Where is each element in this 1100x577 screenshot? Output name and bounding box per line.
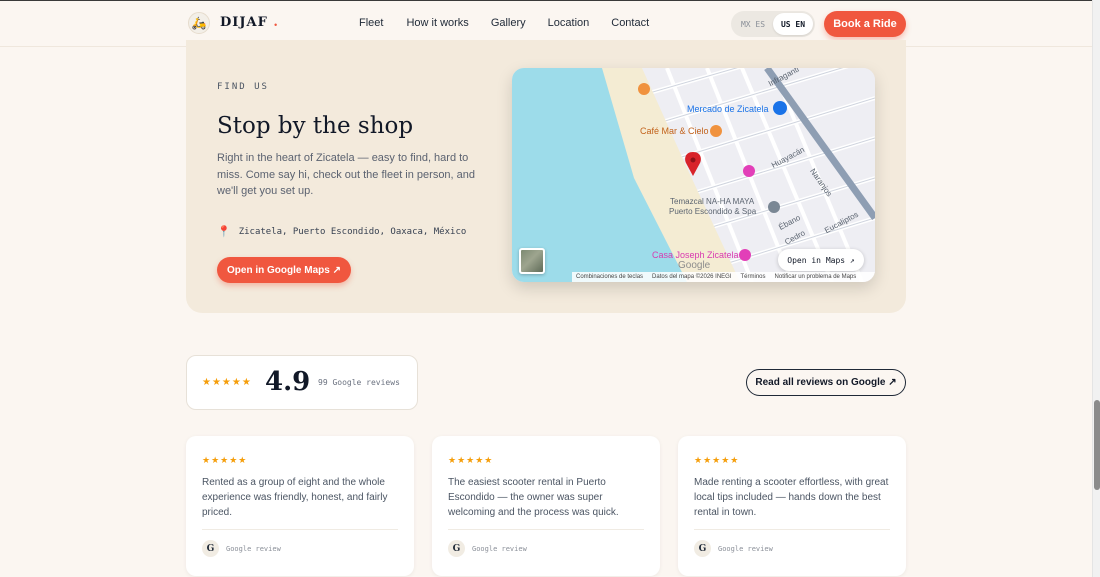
section-description: Right in the heart of Zicatela — easy to… [217,152,476,197]
google-icon: G [694,540,711,557]
review-divider [202,529,398,530]
address-text: Zicatela, Puerto Escondido, Oaxaca, Méxi… [238,226,467,237]
map-footer-terms[interactable]: Términos [741,274,766,280]
lang-us-en[interactable]: US EN [773,13,813,35]
review-divider [448,529,644,530]
page-scrollbar[interactable] [1092,0,1100,577]
restaurant-marker-icon[interactable] [638,83,650,95]
market-marker-icon[interactable] [773,101,787,115]
rating-value: 4.9 [265,367,311,397]
cafe-marker-icon[interactable] [710,125,722,137]
find-us-eyebrow: FIND US [217,82,269,92]
google-icon: G [448,540,465,557]
google-icon: G [202,540,219,557]
language-toggle: MX ES US EN [731,11,815,37]
review-source: Google review [472,545,527,553]
review-card: ★★★★★ Rented as a group of eight and the… [186,436,414,576]
review-stars-icon: ★★★★★ [694,455,740,465]
review-source: Google review [718,545,773,553]
review-source: Google review [226,545,281,553]
review-stars-icon: ★★★★★ [448,455,494,465]
address-row: 📍 Zicatela, Puerto Escondido, Oaxaca, Mé… [217,225,466,238]
scrollbar-thumb[interactable] [1094,400,1100,490]
brand-name: DIJAF [220,15,268,30]
map-footer: Combinaciones de teclas Datos del mapa ©… [572,272,875,282]
review-text: Made renting a scooter effortless, with … [694,477,889,518]
map-label-temazcal: Temazcal NA-HA MAYA [670,197,755,206]
review-divider [694,529,890,530]
map-label-casa: Casa Joseph Zicatela [652,250,739,260]
logo-icon[interactable]: 🛵 [188,12,210,34]
review-text: Rented as a group of eight and the whole… [202,477,388,518]
nav-how-it-works[interactable]: How it works [406,17,468,29]
nav-fleet[interactable]: Fleet [359,17,383,29]
map-footer-shortcuts[interactable]: Combinaciones de teclas [576,274,643,280]
map-label-cafe: Café Mar & Cielo [640,126,709,136]
review-card: ★★★★★ The easiest scooter rental in Puer… [432,436,660,576]
map-footer-report[interactable]: Notificar un problema de Maps [775,274,857,280]
review-text: The easiest scooter rental in Puerto Esc… [448,477,619,518]
open-google-maps-button[interactable]: Open in Google Maps ↗ [217,257,351,283]
nav-gallery[interactable]: Gallery [491,17,526,29]
rating-stars-icon: ★★★★★ [202,377,252,388]
review-card: ★★★★★ Made renting a scooter effortless,… [678,436,906,576]
google-watermark: Google [678,260,711,271]
section-title: Stop by the shop [217,113,414,139]
map-embed[interactable]: Mercado de Zicatela Café Mar & Cielo Tem… [512,68,875,282]
nav-contact[interactable]: Contact [611,17,649,29]
brand-logo[interactable]: DIJAF . [220,15,279,30]
location-pin-icon: 📍 [217,225,231,238]
nav-location[interactable]: Location [548,17,590,29]
review-stars-icon: ★★★★★ [202,455,248,465]
hotel-marker-icon[interactable] [743,165,755,177]
book-ride-button[interactable]: Book a Ride [824,11,906,37]
review-count: 99 Google reviews [318,378,400,387]
brand-dot: . [273,15,279,30]
lang-mx-es[interactable]: MX ES [733,13,773,35]
satellite-toggle[interactable] [519,248,545,274]
open-in-maps-button[interactable]: Open in Maps ↗ [778,249,864,271]
casa-marker-icon[interactable] [739,249,751,261]
main-nav: Fleet How it works Gallery Location Cont… [359,17,649,29]
spa-marker-icon[interactable] [768,201,780,213]
map-label-mercado: Mercado de Zicatela [687,104,769,114]
map-footer-data: Datos del mapa ©2026 INEGI [652,274,732,280]
top-border [0,0,1092,1]
map-label-spa: Puerto Escondido & Spa [669,207,757,216]
read-all-reviews-button[interactable]: Read all reviews on Google ↗ [746,369,906,396]
